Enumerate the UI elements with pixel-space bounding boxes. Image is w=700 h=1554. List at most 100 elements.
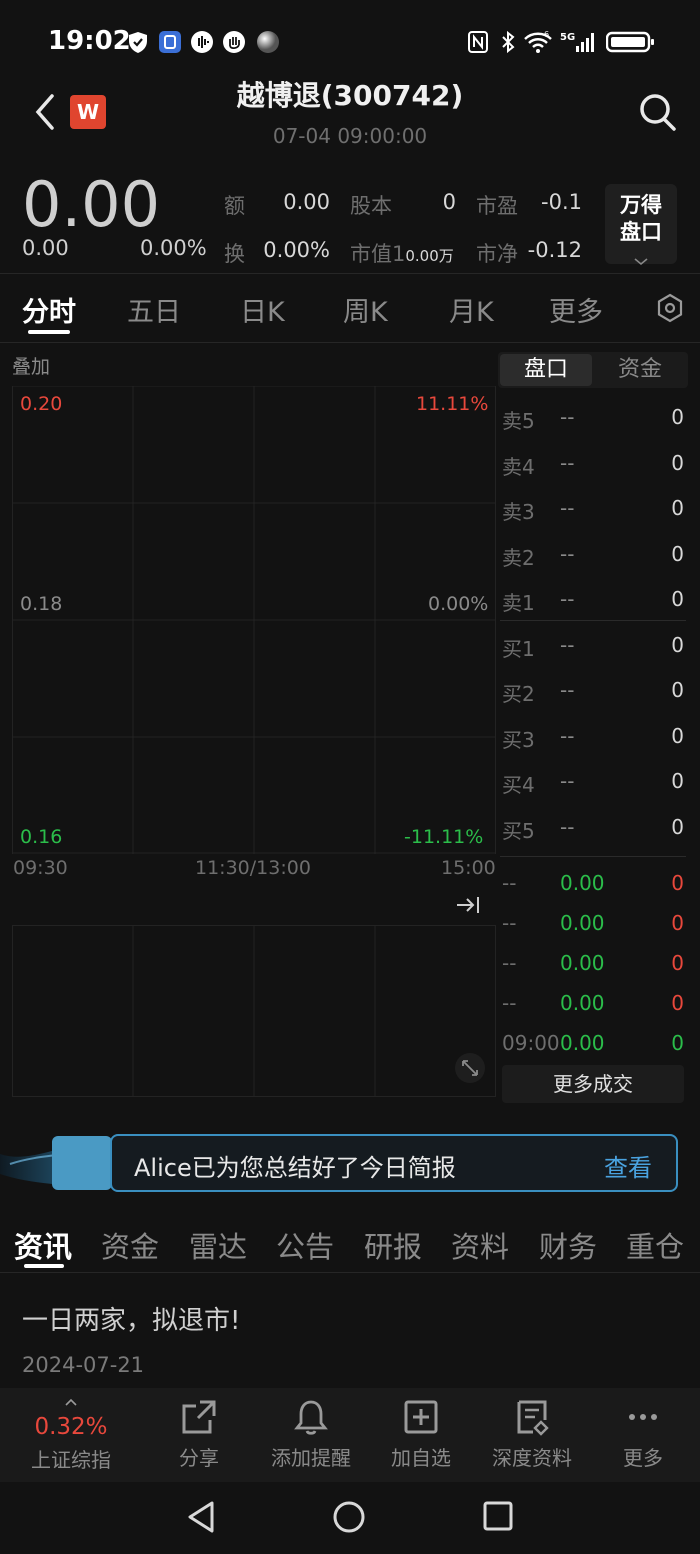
trade-row: 09:00 0.00 0 [500, 1031, 686, 1061]
news-tab-info[interactable]: 资讯 [14, 1224, 72, 1266]
bid-price: -- [560, 678, 575, 702]
market-cap: 市值10.00万 [350, 238, 454, 268]
trade-volume: 0 [671, 991, 684, 1015]
ask-label: 卖5 [502, 409, 535, 433]
bell-icon [294, 1400, 328, 1435]
news-tab-announcement[interactable]: 公告 [276, 1224, 334, 1266]
tab-fund-flow[interactable]: 资金 [594, 354, 686, 386]
expand-icon[interactable] [454, 1052, 486, 1084]
status-time: 19:02 [48, 26, 131, 56]
time-axis-start: 09:30 [13, 857, 68, 879]
news-tab-financials[interactable]: 财务 [539, 1224, 597, 1266]
bid-label: 买2 [502, 682, 535, 706]
svg-text:6: 6 [544, 30, 549, 39]
quote-timestamp: 07-04 09:00:00 [272, 124, 428, 148]
trade-row: -- 0.00 0 [500, 911, 686, 941]
ask-label: 卖4 [502, 455, 535, 479]
turnover-label: 换 [224, 242, 245, 266]
more-trades-button[interactable]: 更多成交 [502, 1065, 684, 1103]
ask-row-5: 卖5 -- 0 [500, 405, 686, 435]
share-button[interactable]: 分享 [144, 1398, 254, 1471]
trade-price: 0.00 [560, 1031, 605, 1055]
ask-volume: 0 [671, 451, 684, 475]
overlay-button[interactable]: 叠加 [12, 352, 50, 379]
news-tab-holdings[interactable]: 重仓 [626, 1224, 684, 1266]
bid-row-1: 买1 -- 0 [500, 633, 686, 663]
ask-price: -- [560, 405, 575, 429]
tab-daily-k[interactable]: 日K [240, 290, 285, 329]
bid-price: -- [560, 769, 575, 793]
bid-price: -- [560, 724, 575, 748]
ask-volume: 0 [671, 542, 684, 566]
market-cap-prefix: 1 [392, 242, 406, 266]
more-button[interactable]: 更多 [588, 1398, 698, 1471]
bid-volume: 0 [671, 678, 684, 702]
search-icon[interactable] [638, 92, 678, 134]
chevron-down-icon [634, 258, 648, 266]
market-cap-value: 0.00万 [405, 247, 454, 265]
trade-row: -- 0.00 0 [500, 951, 686, 981]
turnover-value: 0.00% [263, 238, 330, 262]
wande-pankou-button[interactable]: 万得 盘口 [605, 184, 677, 266]
ask-volume: 0 [671, 496, 684, 520]
nav-recents-icon[interactable] [482, 1500, 514, 1532]
nav-home-icon[interactable] [332, 1500, 366, 1534]
last-price: 0.00 [22, 168, 161, 241]
trade-time: -- [502, 911, 517, 935]
ask-label: 卖3 [502, 500, 535, 524]
ask-price: -- [560, 542, 575, 566]
price-change: 0.00 [22, 236, 69, 260]
depth-data-label: 深度资料 [492, 1446, 572, 1470]
tab-intraday[interactable]: 分时 [22, 290, 76, 329]
trade-time: 09:00 [502, 1031, 560, 1055]
trade-row: -- 0.00 0 [500, 871, 686, 901]
ask-volume: 0 [671, 405, 684, 429]
trade-price: 0.00 [560, 871, 605, 895]
nav-back-icon[interactable] [186, 1500, 218, 1534]
add-alert-label: 添加提醒 [271, 1446, 351, 1470]
ask-row-1: 卖1 -- 0 [500, 587, 686, 617]
bid-volume: 0 [671, 633, 684, 657]
news-tab-radar[interactable]: 雷达 [189, 1224, 247, 1266]
bid-row-3: 买3 -- 0 [500, 724, 686, 754]
tab-weekly-k[interactable]: 周K [343, 290, 388, 329]
ask-price: -- [560, 451, 575, 475]
bid-price: -- [560, 815, 575, 839]
signal-5g-icon: 5G [560, 32, 594, 52]
app-badge-icon [159, 31, 181, 53]
price-axis-high: 0.20 [20, 393, 63, 415]
news-date: 2024-07-21 [22, 1353, 145, 1377]
add-watchlist-button[interactable]: 加自选 [366, 1398, 476, 1471]
depth-data-button[interactable]: 深度资料 [477, 1398, 587, 1471]
news-tab-profile[interactable]: 资料 [451, 1224, 509, 1266]
tab-five-day[interactable]: 五日 [127, 290, 181, 329]
tab-orderbook[interactable]: 盘口 [500, 354, 592, 386]
index-button[interactable]: 0.32% 上证综指 [16, 1398, 126, 1473]
audio-wave-icon [191, 31, 213, 53]
news-headline[interactable]: 一日两家，拟退市! [22, 1300, 240, 1337]
trade-price: 0.00 [560, 991, 605, 1015]
volume-chart[interactable] [12, 925, 496, 1097]
time-axis-mid: 11:30/13:00 [195, 857, 311, 879]
news-tab-research[interactable]: 研报 [364, 1224, 422, 1266]
ask-row-2: 卖2 -- 0 [500, 542, 686, 572]
more-dots-icon [629, 1414, 657, 1420]
tab-more[interactable]: 更多 [549, 290, 603, 329]
trade-volume: 0 [671, 871, 684, 895]
market-cap-label: 市值 [350, 242, 392, 266]
bid-row-2: 买2 -- 0 [500, 678, 686, 708]
tab-monthly-k[interactable]: 月K [449, 290, 494, 329]
settings-hex-icon[interactable] [656, 293, 684, 323]
bid-volume: 0 [671, 724, 684, 748]
jump-to-end-icon[interactable] [454, 892, 482, 918]
bid-label: 买1 [502, 637, 535, 661]
view-briefing-link[interactable]: 查看 [604, 1148, 652, 1183]
battery-icon [606, 31, 654, 53]
share-label: 分享 [179, 1446, 219, 1470]
intraday-chart[interactable] [12, 386, 496, 854]
ask-row-3: 卖3 -- 0 [500, 496, 686, 526]
add-alert-button[interactable]: 添加提醒 [256, 1398, 366, 1471]
share-capital-value: 0 [442, 190, 456, 214]
news-tab-fund[interactable]: 资金 [101, 1224, 159, 1266]
bid-price: -- [560, 633, 575, 657]
